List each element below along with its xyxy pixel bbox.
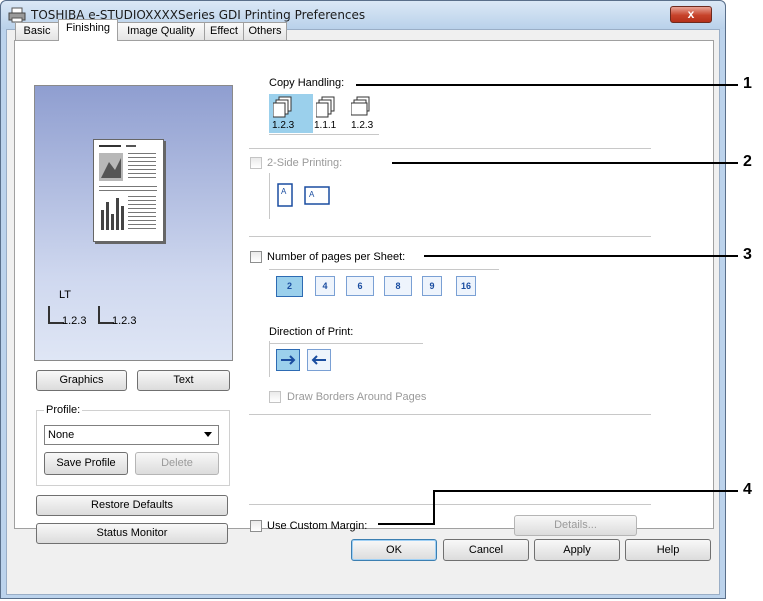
restore-defaults-button[interactable]: Restore Defaults [36, 495, 228, 516]
ok-button[interactable]: OK [351, 539, 437, 561]
custom-margin-checkbox[interactable] [250, 520, 262, 532]
callout-line-4-end [378, 523, 435, 525]
svg-text:A: A [281, 187, 287, 196]
pages-4-option[interactable]: 4 [315, 276, 335, 296]
tab-effect[interactable]: Effect [204, 22, 244, 40]
callout-line-3 [424, 255, 738, 257]
divider [269, 341, 270, 377]
tab-basic[interactable]: Basic [15, 22, 59, 40]
text-button[interactable]: Text [137, 370, 230, 391]
divider [249, 414, 651, 415]
callout-line-2 [392, 162, 738, 164]
pages-8-option[interactable]: 8 [384, 276, 412, 296]
cancel-button[interactable]: Cancel [443, 539, 529, 561]
pages-per-sheet-label: Number of pages per Sheet: [267, 251, 406, 263]
divider [269, 134, 379, 135]
copy-label-2: 1.2.3 [112, 315, 137, 327]
divider [249, 504, 651, 505]
help-button[interactable]: Help [625, 539, 711, 561]
profile-dropdown[interactable]: None [44, 425, 219, 445]
pages-6-option[interactable]: 6 [346, 276, 374, 296]
page-stack-icon [350, 96, 370, 116]
pages-9-option[interactable]: 9 [422, 276, 442, 296]
two-side-checkbox[interactable] [250, 157, 262, 169]
divider [269, 343, 423, 344]
divider [249, 236, 651, 237]
pages-2-option[interactable]: 2 [276, 276, 303, 297]
printer-icon [8, 7, 26, 23]
copy-option-label: 1.2.3 [351, 120, 374, 131]
callout-line-4-vertical [433, 490, 435, 525]
left-arrow-icon [311, 355, 326, 365]
duplex-options-icon[interactable]: A A [276, 180, 336, 214]
copy-label-1: 1.2.3 [62, 315, 87, 327]
save-profile-button[interactable]: Save Profile [44, 452, 128, 475]
apply-button[interactable]: Apply [534, 539, 620, 561]
callout-number-1: 1 [743, 75, 752, 92]
callout-line-4 [433, 490, 738, 492]
draw-borders-checkbox[interactable] [269, 391, 281, 403]
direction-right-to-left[interactable] [307, 349, 331, 371]
direction-label: Direction of Print: [269, 326, 354, 338]
copy-option-label: 1.2.3 [272, 120, 295, 131]
copy-option-label: 1.1.1 [314, 120, 337, 131]
close-icon: x [687, 7, 695, 21]
delete-button[interactable]: Delete [135, 452, 219, 475]
graphics-button[interactable]: Graphics [36, 370, 127, 391]
paper-size-label: LT [59, 289, 72, 301]
tab-others[interactable]: Others [243, 22, 287, 40]
profile-label: Profile: [44, 404, 83, 416]
two-side-label: 2-Side Printing: [267, 157, 343, 169]
divider [269, 173, 270, 219]
copy-handling-label: Copy Handling: [269, 77, 345, 89]
close-button[interactable]: x [670, 6, 712, 23]
direction-left-to-right[interactable] [276, 349, 300, 371]
profile-dropdown-value: None [48, 429, 75, 441]
page-stack-icon [272, 96, 292, 118]
draw-borders-label: Draw Borders Around Pages [287, 391, 427, 403]
pages-per-sheet-checkbox[interactable] [250, 251, 262, 263]
page-stack-icon [315, 96, 335, 118]
right-arrow-icon [281, 355, 296, 365]
preview-page-thumbnail [93, 139, 164, 242]
document-preview-icon [99, 145, 157, 230]
chevron-down-icon [204, 432, 212, 437]
callout-number-4: 4 [743, 481, 752, 498]
tab-image-quality[interactable]: Image Quality [117, 22, 205, 40]
custom-margin-label: Use Custom Margin: [267, 520, 368, 532]
pages-16-option[interactable]: 16 [456, 276, 476, 296]
dialog-window: TOSHIBA e-STUDIOXXXXSeries GDI Printing … [0, 0, 726, 599]
tab-finishing[interactable]: Finishing [58, 19, 118, 41]
details-button[interactable]: Details... [514, 515, 637, 536]
callout-number-2: 2 [743, 153, 752, 170]
callout-line-1 [356, 84, 738, 86]
svg-text:A: A [309, 190, 315, 199]
divider [249, 148, 651, 149]
status-monitor-button[interactable]: Status Monitor [36, 523, 228, 544]
callout-number-3: 3 [743, 246, 752, 263]
